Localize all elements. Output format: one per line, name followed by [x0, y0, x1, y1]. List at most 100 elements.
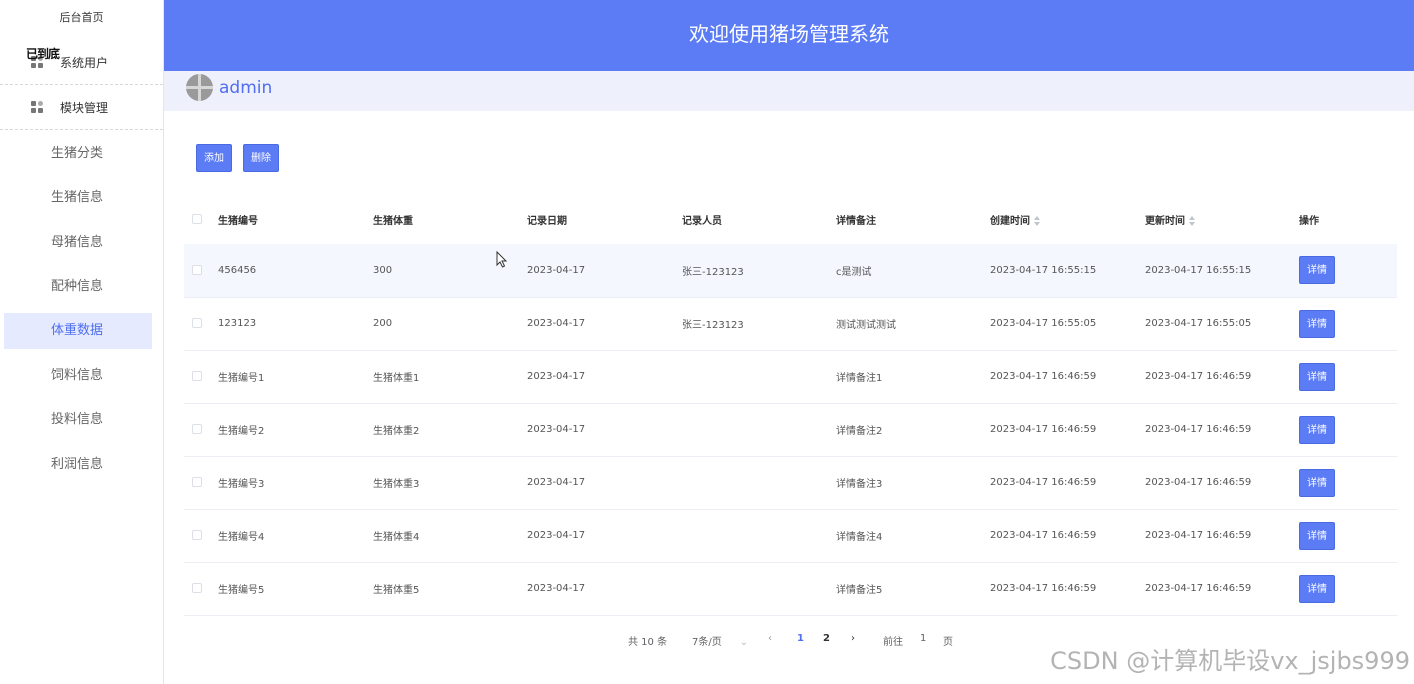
detail-button[interactable]: 详情 — [1299, 521, 1335, 550]
sidebar: 后台首页 系统用户 已到底 模块管理 生猪分类 生猪信息 母猪信息 配种信息 体… — [0, 0, 164, 684]
row-checkbox[interactable] — [192, 583, 202, 593]
page-title: 欢迎使用猪场管理系统 — [689, 22, 889, 46]
page-number-2[interactable]: 2 — [823, 633, 830, 644]
data-table: 生猪编号 生猪体重 记录日期 记录人员 详情备注 创建时间 更新时间 操作 45… — [184, 194, 1397, 616]
user-name[interactable]: admin — [219, 78, 272, 98]
delete-button[interactable]: 删除 — [243, 144, 279, 172]
column-header-created-time[interactable]: 创建时间 — [990, 194, 1145, 244]
sidebar-item-profit-info[interactable]: 利润信息 — [4, 447, 152, 483]
sidebar-group-label: 系统用户 — [60, 56, 109, 70]
cell-record-date: 2023-04-17 — [527, 456, 682, 510]
cell-pig-weight: 生猪体重1 — [373, 350, 527, 404]
column-header-notes: 详情备注 — [836, 215, 876, 227]
sidebar-item-weight-data[interactable]: 体重数据 — [4, 313, 152, 349]
cell-created-time: 2023-04-17 16:46:59 — [990, 562, 1145, 616]
detail-button[interactable]: 详情 — [1299, 256, 1335, 285]
column-header-pig-id: 生猪编号 — [218, 215, 258, 227]
page-header: 欢迎使用猪场管理系统 — [164, 0, 1414, 71]
detail-button[interactable]: 详情 — [1299, 309, 1335, 338]
cell-actions: 详情 — [1299, 456, 1397, 510]
cell-updated-time: 2023-04-17 16:55:05 — [1145, 297, 1299, 351]
row-checkbox[interactable] — [192, 264, 202, 275]
sidebar-item-breeding-info[interactable]: 配种信息 — [4, 269, 152, 305]
cell-actions: 详情 — [1299, 509, 1397, 563]
cell-recorder: 张三-123123 — [682, 297, 836, 351]
chevron-down-icon: ⌄ — [739, 637, 749, 648]
cell-updated-time: 2023-04-17 16:46:59 — [1145, 509, 1299, 563]
cell-updated-time: 2023-04-17 16:46:59 — [1145, 403, 1299, 457]
select-all-checkbox[interactable] — [192, 213, 202, 224]
detail-button[interactable]: 详情 — [1299, 468, 1335, 497]
cell-pig-id: 生猪编号2 — [218, 403, 373, 457]
avatar[interactable] — [186, 74, 213, 101]
row-checkbox[interactable] — [192, 318, 202, 328]
table-row[interactable]: 456456 300 2023-04-17 张三-123123 c是测试 2023-04-… — [184, 244, 1397, 298]
page-number-1[interactable]: 1 — [797, 633, 804, 644]
table-header-row: 生猪编号 生猪体重 记录日期 记录人员 详情备注 创建时间 更新时间 操作 — [184, 194, 1397, 244]
table-body: 456456 300 2023-04-17 张三-123123 c是测试 2023-04-… — [184, 244, 1397, 616]
sidebar-item-feed-info[interactable]: 饲料信息 — [4, 358, 152, 394]
cell-recorder — [682, 403, 836, 457]
cell-record-date: 2023-04-17 — [527, 297, 682, 351]
column-header-record-date: 记录日期 — [527, 215, 567, 227]
cell-created-time: 2023-04-17 16:55:05 — [990, 297, 1145, 351]
grid-icon — [31, 101, 44, 114]
table-row[interactable]: 生猪编号3 生猪体重3 2023-04-17 详情备注3 2023-04-17 16:4… — [184, 456, 1397, 510]
cell-pig-id: 生猪编号5 — [218, 562, 373, 616]
sort-icon[interactable] — [1034, 215, 1040, 226]
column-header-label: 创建时间 — [990, 215, 1030, 227]
cell-pig-id: 生猪编号4 — [218, 509, 373, 563]
detail-button[interactable]: 详情 — [1299, 415, 1335, 444]
cell-record-date: 2023-04-17 — [527, 244, 682, 298]
add-button[interactable]: 添加 — [196, 144, 232, 172]
sidebar-item-pig-category[interactable]: 生猪分类 — [4, 136, 152, 172]
cell-pig-id: 456456 — [218, 244, 373, 298]
cell-record-date: 2023-04-17 — [527, 403, 682, 457]
table-row[interactable]: 生猪编号5 生猪体重5 2023-04-17 详情备注5 2023-04-17 16:4… — [184, 562, 1397, 616]
cell-pig-weight: 生猪体重3 — [373, 456, 527, 510]
cell-record-date: 2023-04-17 — [527, 509, 682, 563]
row-checkbox[interactable] — [192, 477, 202, 487]
cell-notes: 测试测试测试 — [836, 297, 990, 351]
sidebar-item-sow-info[interactable]: 母猪信息 — [4, 225, 152, 261]
cell-pig-weight: 生猪体重4 — [373, 509, 527, 563]
sidebar-group-system-users[interactable]: 系统用户 — [0, 41, 163, 85]
sidebar-home-link[interactable]: 后台首页 — [0, 0, 163, 40]
table-row[interactable]: 生猪编号4 生猪体重4 2023-04-17 详情备注4 2023-04-17 16:4… — [184, 509, 1397, 563]
sidebar-item-pig-info[interactable]: 生猪信息 — [4, 180, 152, 216]
table-row[interactable]: 生猪编号2 生猪体重2 2023-04-17 详情备注2 2023-04-17 16:4… — [184, 403, 1397, 457]
prev-page-icon[interactable]: ‹ — [768, 633, 772, 644]
column-header-updated-time[interactable]: 更新时间 — [1145, 194, 1299, 244]
cell-created-time: 2023-04-17 16:55:15 — [990, 244, 1145, 298]
mouse-cursor-icon — [496, 251, 508, 268]
pagination-total: 共 10 条 — [628, 637, 668, 648]
column-header-label: 更新时间 — [1145, 215, 1185, 227]
sidebar-group-module-management[interactable]: 模块管理 — [0, 86, 163, 130]
column-header-actions: 操作 — [1299, 215, 1319, 227]
table-row[interactable]: 生猪编号1 生猪体重1 2023-04-17 详情备注1 2023-04-17 16:4… — [184, 350, 1397, 404]
cell-updated-time: 2023-04-17 16:55:15 — [1145, 244, 1299, 298]
cell-recorder — [682, 350, 836, 404]
column-header-recorder: 记录人员 — [682, 215, 722, 227]
page-size-select[interactable]: 7条/页 ⌄ — [692, 633, 748, 648]
detail-button[interactable]: 详情 — [1299, 574, 1335, 603]
table-row[interactable]: 123123 200 2023-04-17 张三-123123 测试测试测试 2023-0… — [184, 297, 1397, 351]
detail-button[interactable]: 详情 — [1299, 362, 1335, 391]
row-checkbox[interactable] — [192, 371, 202, 381]
row-checkbox[interactable] — [192, 530, 202, 540]
cell-notes: c是测试 — [836, 244, 990, 298]
cell-actions: 详情 — [1299, 403, 1397, 457]
goto-page-input[interactable]: 1 — [920, 633, 926, 644]
sidebar-item-feeding-info[interactable]: 投料信息 — [4, 402, 152, 438]
cell-created-time: 2023-04-17 16:46:59 — [990, 403, 1145, 457]
cell-notes: 详情备注4 — [836, 509, 990, 563]
next-page-icon[interactable]: › — [851, 633, 855, 644]
row-checkbox[interactable] — [192, 424, 202, 434]
cell-actions: 详情 — [1299, 562, 1397, 616]
cell-pig-weight: 200 — [373, 297, 527, 351]
cell-created-time: 2023-04-17 16:46:59 — [990, 350, 1145, 404]
cell-pig-id: 123123 — [218, 297, 373, 351]
cell-updated-time: 2023-04-17 16:46:59 — [1145, 350, 1299, 404]
cell-pig-id: 生猪编号3 — [218, 456, 373, 510]
sort-icon[interactable] — [1189, 215, 1195, 226]
